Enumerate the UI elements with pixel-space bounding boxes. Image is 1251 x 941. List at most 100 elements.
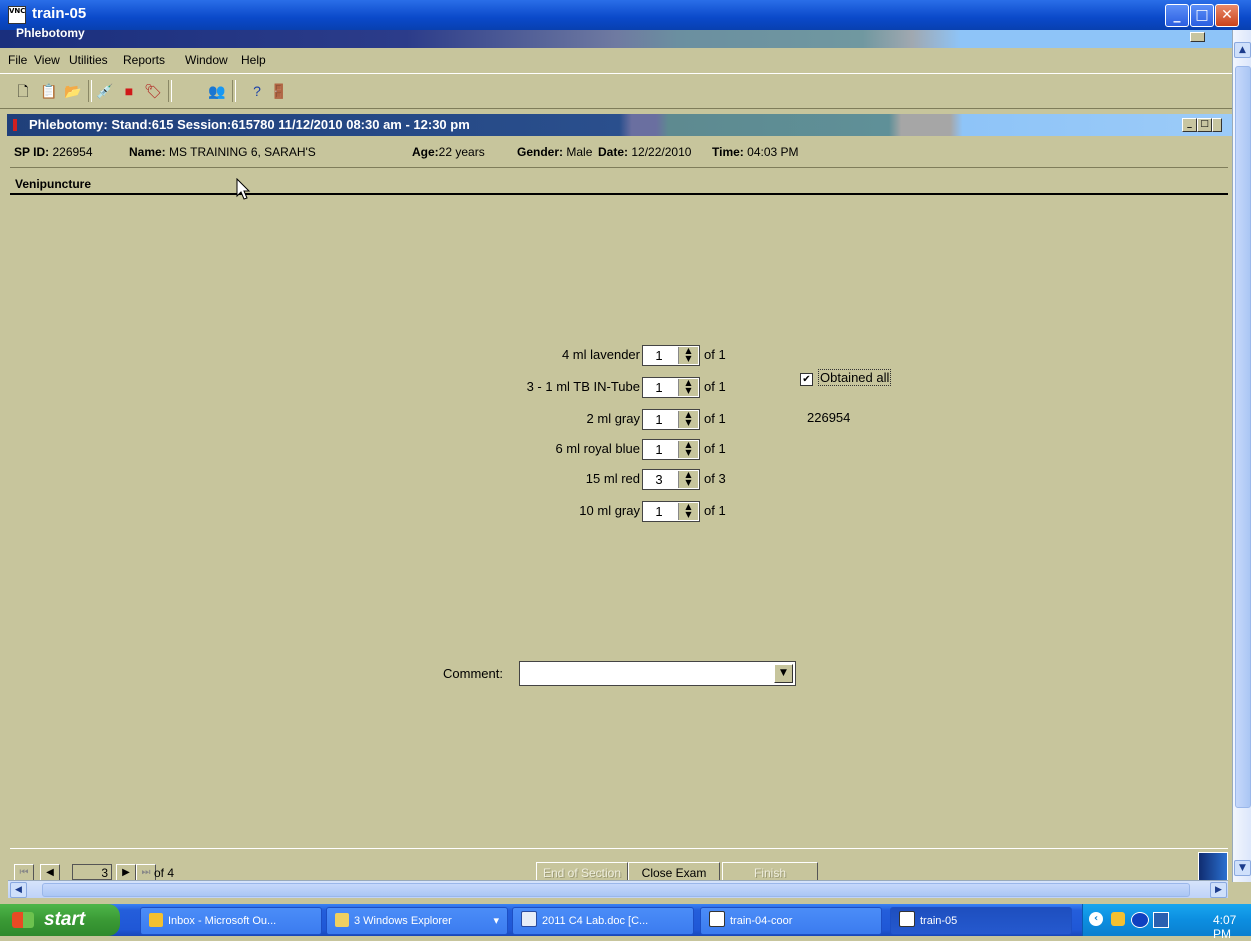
vertical-scroll-thumb[interactable] (1235, 66, 1251, 808)
toolbar: 🗋 📋 📂 💉 ■ 🏷 👥 ? 🚪 (0, 73, 1232, 109)
tube-of-total: of 3 (704, 471, 726, 486)
scroll-up-icon[interactable]: ▲ (1234, 42, 1251, 58)
chevron-down-icon[interactable]: ▼ (774, 664, 793, 683)
menu-file[interactable]: File (8, 53, 27, 67)
bottom-divider (10, 848, 1228, 849)
exam-time: Time: 04:03 PM (712, 145, 799, 159)
page-number-input[interactable]: 3 (72, 864, 112, 880)
windows-logo-icon (12, 912, 34, 928)
spinner-arrows-icon[interactable]: ▲ ▼ (678, 347, 698, 364)
taskbar-item-train-05[interactable]: train-05 (890, 907, 1072, 935)
tube-label: 4 ml lavender (561, 347, 640, 362)
obtained-all-label[interactable]: Obtained all (818, 369, 892, 386)
save-disk-icon[interactable] (1198, 852, 1228, 882)
app-title-bar: Phlebotomy (0, 26, 1232, 48)
app-title: Phlebotomy (16, 26, 85, 40)
scroll-down-icon[interactable]: ▼ (1234, 860, 1251, 876)
new-icon[interactable]: 🗋 (14, 82, 32, 100)
spinner-arrows-icon[interactable]: ▲ ▼ (678, 379, 698, 396)
tube-of-total: of 1 (704, 379, 726, 394)
session-minimize-button[interactable]: _ (1182, 118, 1197, 132)
taskbar-item-word[interactable]: 2011 C4 Lab.doc [C... (512, 907, 694, 935)
exit-icon[interactable]: 🚪 (270, 82, 288, 100)
network-icon[interactable] (1131, 912, 1149, 928)
scroll-left-icon[interactable]: ◀ (10, 882, 27, 898)
participant-age: Age:22 years (412, 145, 485, 159)
stop-icon[interactable]: ■ (120, 82, 138, 100)
participant-name: Name: MS TRAINING 6, SARAH'S (129, 145, 316, 159)
clipboard-icon[interactable]: 📋 (40, 82, 58, 100)
menu-view[interactable]: View (34, 53, 60, 67)
folder-icon (335, 913, 349, 927)
session-maximize-button[interactable]: □ (1197, 118, 1212, 132)
window-title: train-05 (32, 5, 87, 22)
menu-help[interactable]: Help (241, 53, 266, 67)
help-icon[interactable]: ? (248, 82, 266, 100)
menu-utilities[interactable]: Utilities (69, 53, 108, 67)
participant-info: SP ID: 226954 Name: MS TRAINING 6, SARAH… (14, 145, 1224, 163)
spinner-arrows-icon[interactable]: ▲ ▼ (678, 471, 698, 488)
tube-count-spinner[interactable]: 1 ▲ ▼ (642, 409, 700, 430)
tube-of-total: of 1 (704, 411, 726, 426)
minimize-button[interactable]: _ (1165, 4, 1189, 27)
tube-count-spinner[interactable]: 1 ▲ ▼ (642, 501, 700, 522)
outlook-tray-icon[interactable] (1111, 912, 1125, 926)
menu-window[interactable]: Window (185, 53, 228, 67)
comment-dropdown[interactable]: ▼ (519, 661, 796, 686)
divider (10, 167, 1228, 168)
people-icon[interactable]: 👥 (208, 82, 226, 100)
sp-number: 226954 (807, 410, 851, 425)
chevron-down-icon: ▾ (493, 915, 499, 927)
section-title: Venipuncture (15, 177, 92, 191)
section-divider (10, 193, 1228, 195)
tray-app-icon[interactable] (1153, 912, 1169, 928)
tube-label: 15 ml red (585, 471, 640, 486)
vnc-title-bar: VNC train-05 _ □ ✕ (0, 0, 1251, 30)
menu-bar: File View Utilities Reports Window Help (0, 48, 1232, 72)
taskbar-item-train-04[interactable]: train-04-coor (700, 907, 882, 935)
session-title-bar: Phlebotomy: Stand:615 Session:615780 11/… (7, 114, 1232, 136)
close-button[interactable]: ✕ (1215, 4, 1239, 27)
mouse-cursor-icon (236, 178, 251, 200)
tube-of-total: of 1 (704, 347, 726, 362)
vertical-scrollbar[interactable]: ▲ ▼ (1232, 30, 1251, 882)
comment-label: Comment: (443, 666, 503, 681)
toolbar-separator (88, 80, 92, 102)
tube-count-spinner[interactable]: 1 ▲ ▼ (642, 439, 700, 460)
scroll-right-icon[interactable]: ▶ (1210, 882, 1227, 898)
spinner-arrows-icon[interactable]: ▲ ▼ (678, 441, 698, 458)
tube-count-spinner[interactable]: 1 ▲ ▼ (642, 345, 700, 366)
start-button[interactable]: start (0, 904, 120, 936)
tube-label: 6 ml royal blue (555, 441, 640, 456)
taskbar-item-explorer[interactable]: 3 Windows Explorer ▾ (326, 907, 508, 935)
taskbar-item-outlook[interactable]: Inbox - Microsoft Ou... (140, 907, 322, 935)
tube-count-spinner[interactable]: 1 ▲ ▼ (642, 377, 700, 398)
open-icon[interactable]: 📂 (64, 82, 82, 100)
tube-of-total: of 1 (704, 441, 726, 456)
maximize-button[interactable]: □ (1190, 4, 1214, 27)
tube-icon (13, 119, 17, 131)
syringe-icon[interactable]: 💉 (96, 82, 114, 100)
horizontal-scrollbar[interactable]: ◀ ▶ (8, 880, 1228, 898)
app-restore-button[interactable] (1190, 32, 1205, 42)
horizontal-scroll-thumb[interactable] (42, 883, 1190, 897)
spinner-arrows-icon[interactable]: ▲ ▼ (678, 411, 698, 428)
toolbar-separator (232, 80, 236, 102)
tag-icon[interactable]: 🏷 (144, 82, 162, 100)
spinner-arrows-icon[interactable]: ▲ ▼ (678, 503, 698, 520)
obtained-all-checkbox[interactable]: ✔ (800, 373, 813, 386)
participant-gender: Gender: Male (517, 145, 593, 159)
sp-id: SP ID: 226954 (14, 145, 93, 159)
page-total: of 4 (154, 866, 175, 880)
tube-label: 10 ml gray (579, 503, 640, 518)
menu-reports[interactable]: Reports (123, 53, 165, 67)
session-title: Phlebotomy: Stand:615 Session:615780 11/… (29, 117, 470, 132)
vnc-icon: VNC (8, 6, 26, 24)
tube-of-total: of 1 (704, 503, 726, 518)
tray-collapse-icon[interactable]: ‹ (1089, 912, 1103, 926)
system-tray: ‹ 4:07 PM (1082, 904, 1251, 941)
session-close-button[interactable] (1212, 118, 1222, 132)
tube-label: 3 - 1 ml TB IN-Tube (526, 379, 640, 394)
toolbar-separator (168, 80, 172, 102)
tube-count-spinner[interactable]: 3 ▲ ▼ (642, 469, 700, 490)
